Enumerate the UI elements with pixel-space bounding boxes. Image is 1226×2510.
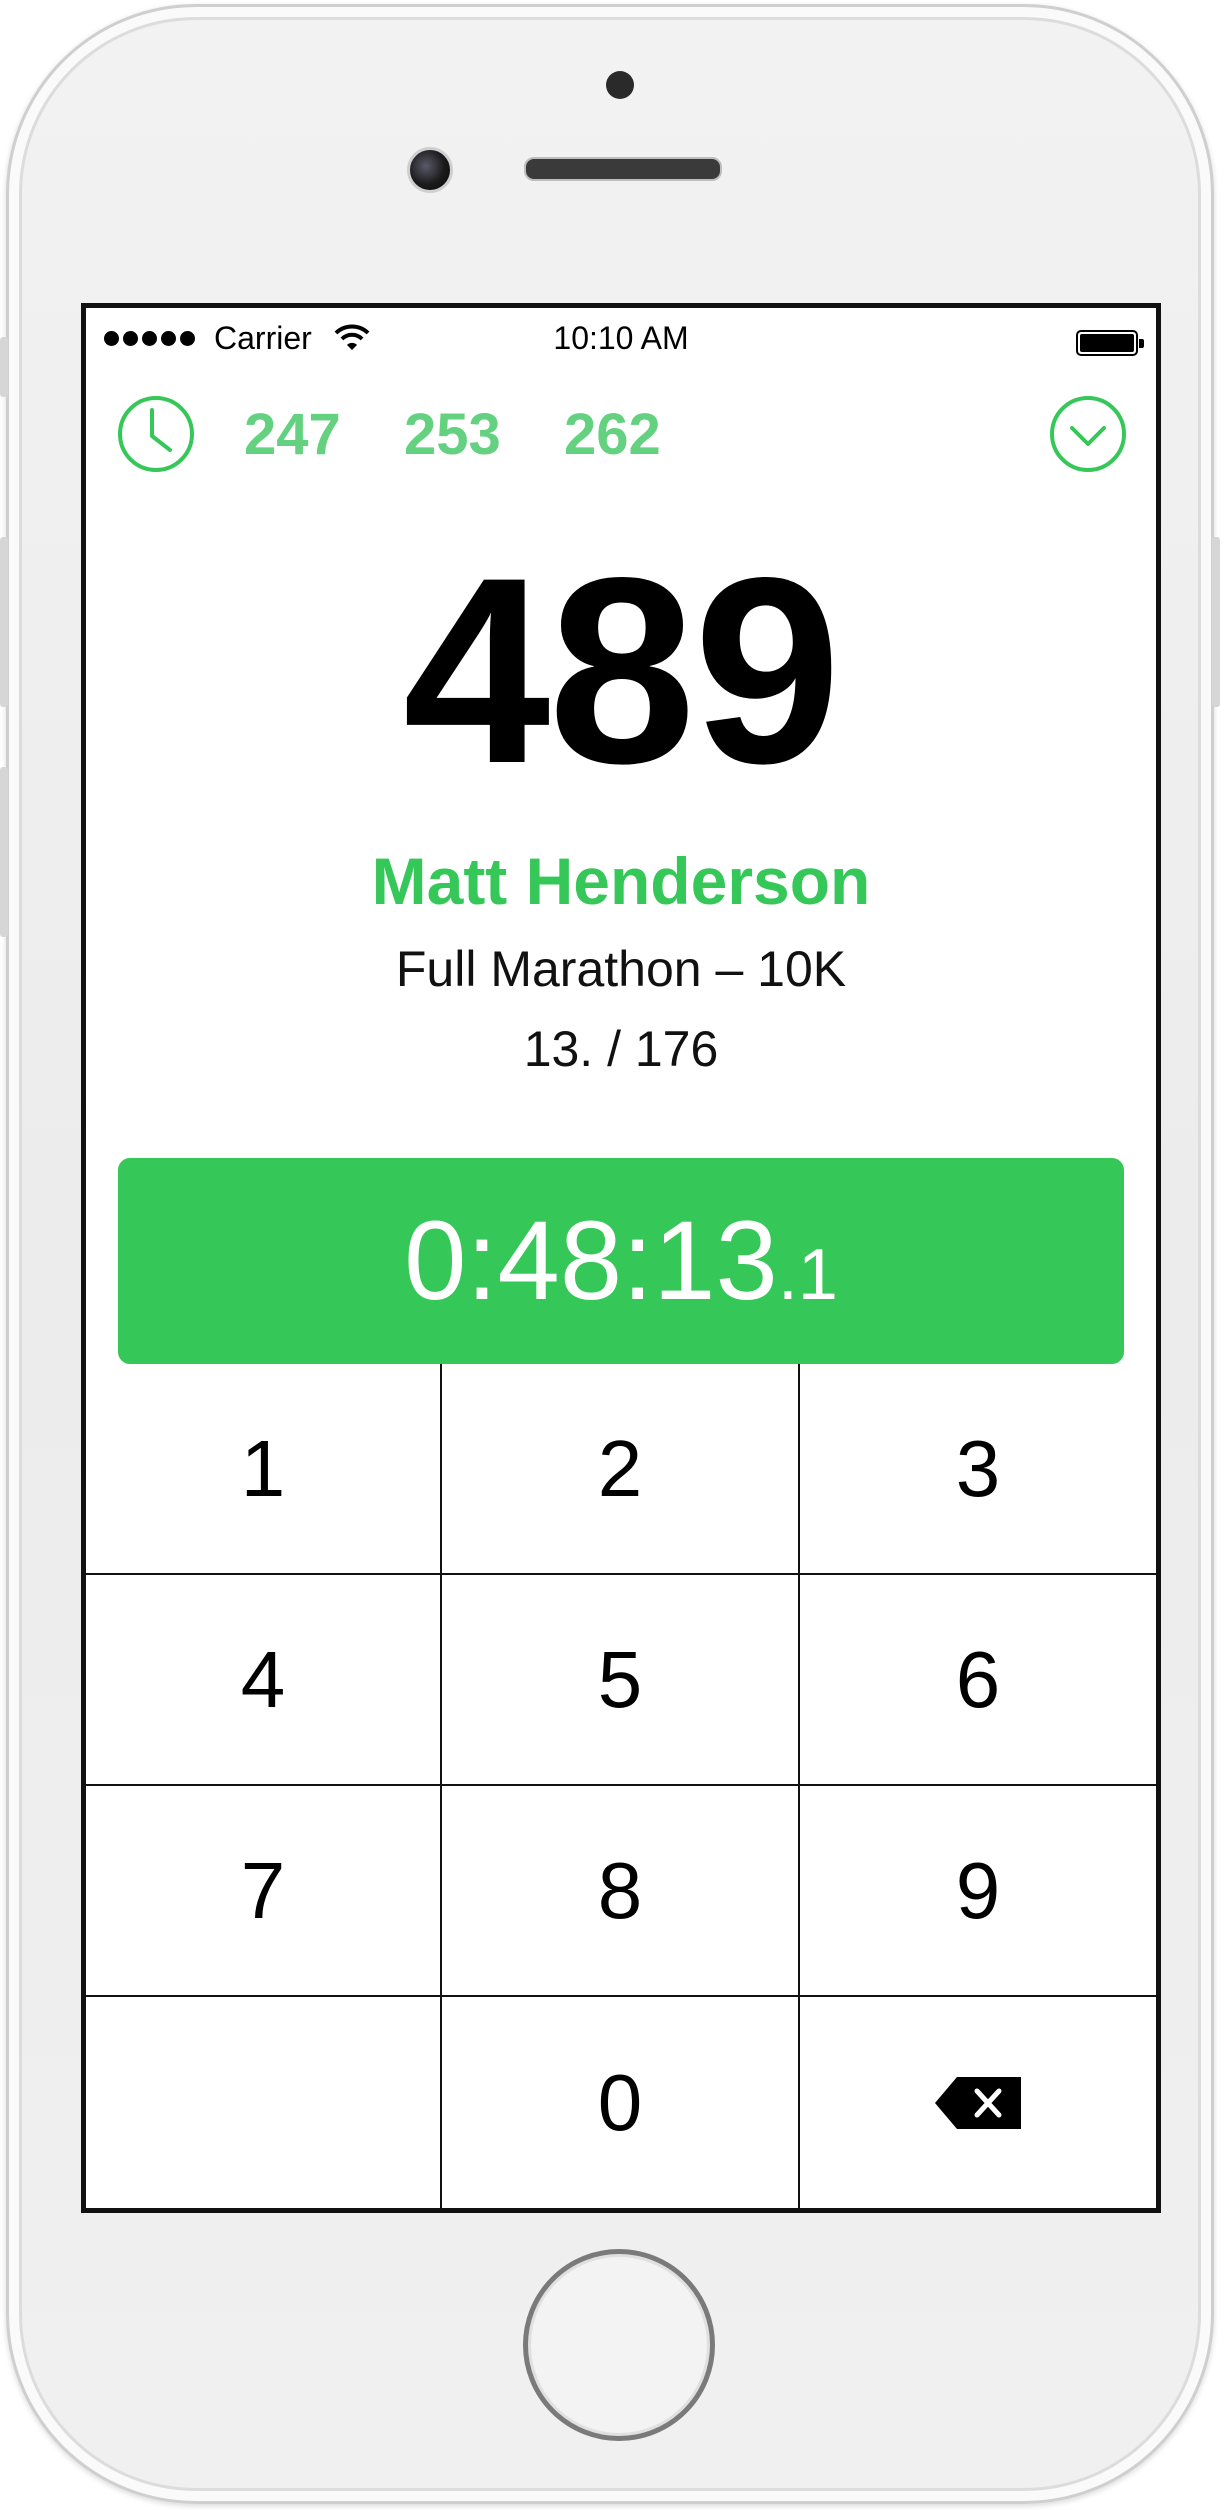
battery-icon <box>1076 330 1144 356</box>
delete-button[interactable] <box>800 1997 1156 2208</box>
bib-number: 489 <box>402 523 841 819</box>
key-4[interactable]: 4 <box>86 1575 442 1786</box>
recent-bib-3[interactable]: 262 <box>564 400 661 470</box>
key-5[interactable]: 5 <box>442 1575 800 1786</box>
phone-frame: Carrier 10:10 AM 247 253 262 489 Matt He… <box>0 4 1220 2504</box>
proximity-sensor <box>606 71 634 99</box>
race-name: Full Marathon – 10K <box>395 941 847 997</box>
chevron-down-circle-icon[interactable] <box>1048 394 1128 474</box>
power-button <box>1212 537 1220 707</box>
recent-bib-1[interactable]: 247 <box>244 400 341 470</box>
volume-up-button <box>0 537 8 707</box>
front-camera <box>407 147 453 193</box>
key-3[interactable]: 3 <box>800 1364 1156 1575</box>
key-6[interactable]: 6 <box>800 1575 1156 1786</box>
app-screen: Carrier 10:10 AM 247 253 262 489 Matt He… <box>81 303 1161 2213</box>
keypad: 1 2 3 4 5 6 7 8 9 0 <box>86 1364 1156 2208</box>
record-time-button[interactable]: 0:48:13.1 <box>118 1158 1124 1364</box>
key-7[interactable]: 7 <box>86 1786 442 1997</box>
key-0[interactable]: 0 <box>442 1997 800 2208</box>
earpiece-speaker <box>524 157 722 181</box>
timer-tenths: .1 <box>777 1235 838 1315</box>
runner-rank: 13. / 176 <box>523 1021 719 1077</box>
key-1[interactable]: 1 <box>86 1364 442 1575</box>
clock-icon[interactable] <box>116 394 196 474</box>
home-button[interactable] <box>523 2249 715 2441</box>
timer-main: 0:48:13 <box>404 1198 778 1323</box>
key-blank <box>86 1997 442 2208</box>
volume-down-button <box>0 767 8 937</box>
mute-switch <box>0 337 8 397</box>
runner-name: Matt Henderson <box>371 844 871 918</box>
status-time: 10:10 AM <box>553 320 689 356</box>
backspace-icon <box>935 2076 1021 2129</box>
status-bar: Carrier 10:10 AM <box>86 308 1156 368</box>
key-2[interactable]: 2 <box>442 1364 800 1575</box>
key-8[interactable]: 8 <box>442 1786 800 1997</box>
key-9[interactable]: 9 <box>800 1786 1156 1997</box>
recent-bib-2[interactable]: 253 <box>404 400 501 470</box>
